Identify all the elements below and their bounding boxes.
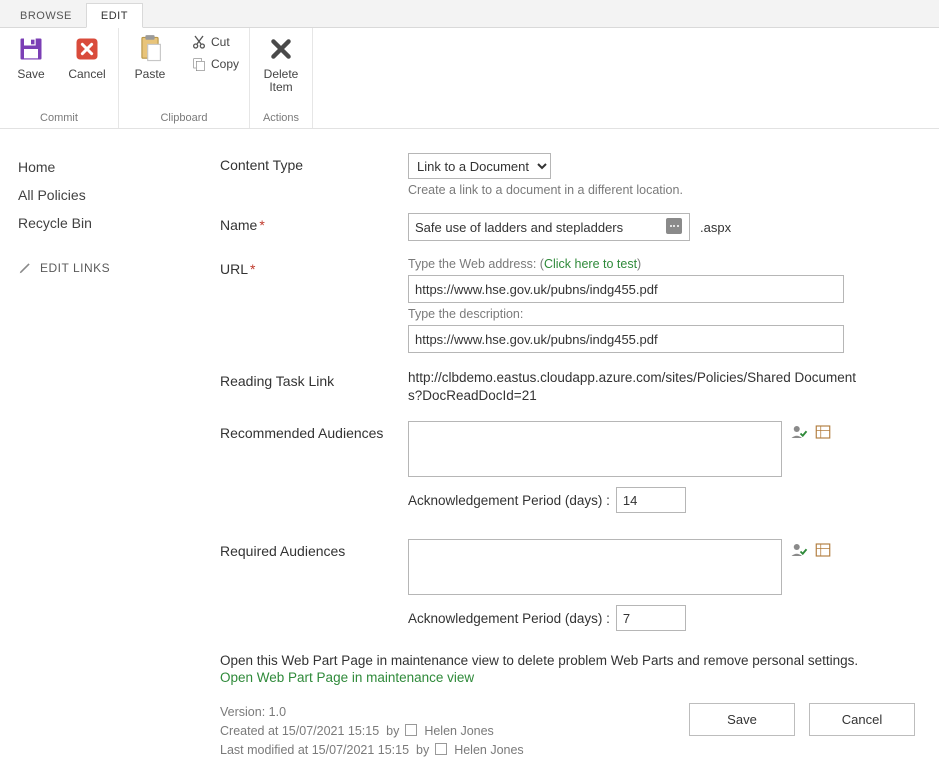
req-ack-input[interactable]: [616, 605, 686, 631]
rec-ack-input[interactable]: [616, 487, 686, 513]
url-test-link[interactable]: Click here to test: [544, 257, 637, 271]
ribbon-delete-label: Delete Item: [264, 68, 299, 93]
rec-ack-label: Acknowledgement Period (days) :: [408, 493, 610, 508]
url-label: URL*: [220, 257, 408, 277]
ribbon-delete-button[interactable]: Delete Item: [260, 34, 302, 93]
paste-icon: [135, 34, 165, 64]
ribbon-cancel-button[interactable]: Cancel: [66, 34, 108, 81]
ribbon-cut-button[interactable]: Cut: [191, 34, 239, 50]
ribbon-group-clipboard-label: Clipboard: [160, 112, 207, 124]
left-nav: Home All Policies Recycle Bin EDIT LINKS: [0, 153, 220, 275]
tab-edit[interactable]: EDIT: [86, 3, 143, 28]
url-desc-helper: Type the description:: [408, 307, 915, 321]
reading-task-label: Reading Task Link: [220, 369, 408, 389]
cut-icon: [191, 34, 207, 50]
ribbon-group-commit-label: Commit: [40, 112, 78, 124]
cancel-icon: [72, 34, 102, 64]
name-label: Name*: [220, 213, 408, 233]
ribbon-copy-label: Copy: [211, 57, 239, 71]
ribbon: Save Cancel Commit Paste: [0, 28, 939, 129]
pencil-icon: [18, 261, 32, 275]
save-icon: [16, 34, 46, 64]
name-input[interactable]: [408, 213, 690, 241]
browse-icon[interactable]: [814, 541, 832, 562]
url-desc-input[interactable]: [408, 325, 844, 353]
ribbon-group-actions-label: Actions: [263, 112, 299, 124]
ribbon-paste-button[interactable]: Paste: [129, 34, 171, 81]
ribbon-save-label: Save: [17, 68, 44, 81]
required-audiences-input[interactable]: [408, 539, 782, 595]
ribbon-cancel-label: Cancel: [68, 68, 105, 81]
url-address-input[interactable]: [408, 275, 844, 303]
presence-icon: [405, 724, 417, 736]
reading-task-value: http://clbdemo.eastus.cloudapp.azure.com…: [408, 369, 868, 405]
presence-icon: [435, 743, 447, 755]
recommended-audiences-input[interactable]: [408, 421, 782, 477]
content-type-label: Content Type: [220, 153, 408, 173]
name-extension: .aspx: [700, 220, 731, 235]
required-audiences-label: Required Audiences: [220, 539, 408, 559]
maintenance-link[interactable]: Open Web Part Page in maintenance view: [220, 670, 474, 685]
nav-home[interactable]: Home: [18, 153, 220, 181]
ribbon-group-clipboard: Paste Cut Copy Clipboard: [119, 28, 250, 128]
edit-form: Content Type Link to a Document Create a…: [220, 153, 939, 760]
item-metadata: Version: 1.0 Created at 15/07/2021 15:15…: [220, 703, 524, 759]
nav-edit-links[interactable]: EDIT LINKS: [18, 261, 220, 275]
footer-save-button[interactable]: Save: [689, 703, 795, 736]
ribbon-paste-label: Paste: [135, 68, 166, 81]
footer-cancel-button[interactable]: Cancel: [809, 703, 915, 736]
content-type-helper: Create a link to a document in a differe…: [408, 183, 915, 197]
ribbon-save-button[interactable]: Save: [10, 34, 52, 81]
copy-icon: [191, 56, 207, 72]
url-address-helper: Type the Web address: (Click here to tes…: [408, 257, 915, 271]
ellipsis-icon[interactable]: [666, 218, 682, 234]
delete-icon: [266, 34, 296, 64]
ribbon-tabstrip: BROWSE EDIT: [0, 0, 939, 28]
nav-all-policies[interactable]: All Policies: [18, 181, 220, 209]
content-type-select[interactable]: Link to a Document: [408, 153, 551, 179]
tab-browse[interactable]: BROWSE: [6, 4, 86, 27]
ribbon-cut-label: Cut: [211, 35, 230, 49]
ribbon-group-actions: Delete Item Actions: [250, 28, 313, 128]
recommended-audiences-label: Recommended Audiences: [220, 421, 408, 441]
ribbon-copy-button[interactable]: Copy: [191, 56, 239, 72]
ribbon-group-commit: Save Cancel Commit: [0, 28, 119, 128]
nav-recycle-bin[interactable]: Recycle Bin: [18, 209, 220, 237]
browse-icon[interactable]: [814, 423, 832, 444]
req-ack-label: Acknowledgement Period (days) :: [408, 611, 610, 626]
nav-edit-links-label: EDIT LINKS: [40, 261, 110, 275]
maintenance-text: Open this Web Part Page in maintenance v…: [220, 653, 915, 668]
check-names-icon[interactable]: [790, 541, 808, 562]
check-names-icon[interactable]: [790, 423, 808, 444]
